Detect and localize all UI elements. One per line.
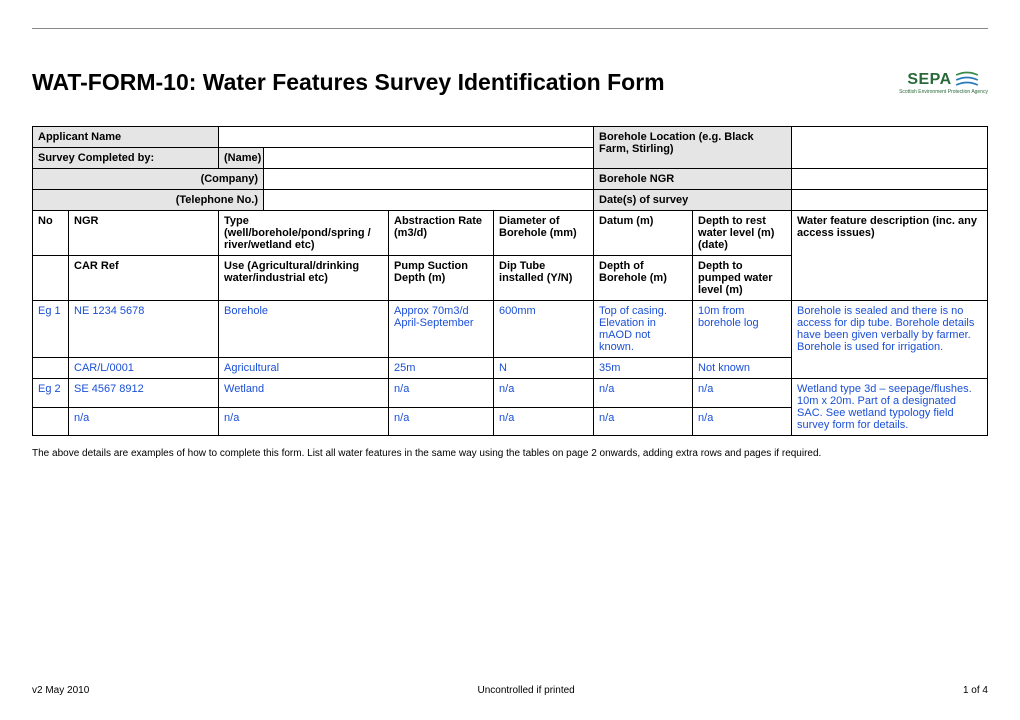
input-name[interactable] bbox=[264, 148, 594, 169]
label-survey-by: Survey Completed by: bbox=[33, 148, 219, 169]
eg1-dip: N bbox=[494, 358, 594, 379]
eg2-depth-pump: n/a bbox=[693, 407, 792, 436]
input-applicant[interactable] bbox=[219, 127, 594, 148]
eg1-depth-bh: 35m bbox=[594, 358, 693, 379]
top-rule bbox=[32, 28, 988, 29]
instruction-note: The above details are examples of how to… bbox=[32, 448, 988, 459]
input-telephone[interactable] bbox=[264, 190, 594, 211]
eg1-datum: Top of casing. Elevation in mAOD not kno… bbox=[594, 301, 693, 358]
label-telephone: (Telephone No.) bbox=[33, 190, 264, 211]
eg1-car-ref: CAR/L/0001 bbox=[69, 358, 219, 379]
label-name: (Name) bbox=[219, 148, 264, 169]
input-dates[interactable] bbox=[792, 190, 988, 211]
input-company[interactable] bbox=[264, 169, 594, 190]
eg1-ngr: NE 1234 5678 bbox=[69, 301, 219, 358]
eg1-description: Borehole is sealed and there is no acces… bbox=[792, 301, 988, 379]
eg2-dip: n/a bbox=[494, 407, 594, 436]
eg2-no-blank bbox=[33, 407, 69, 436]
label-bh-location: Borehole Location (e.g. Black Farm, Stir… bbox=[594, 127, 792, 169]
footer-version: v2 May 2010 bbox=[32, 685, 89, 696]
page-footer: v2 May 2010 Uncontrolled if printed 1 of… bbox=[32, 685, 988, 696]
col-depth-pump: Depth to pumped water level (m) bbox=[693, 256, 792, 301]
eg1-diameter: 600mm bbox=[494, 301, 594, 358]
input-bh-location[interactable] bbox=[792, 127, 988, 169]
logo-swirl-icon bbox=[954, 70, 980, 90]
col-datum: Datum (m) bbox=[594, 211, 693, 256]
eg2-no: Eg 2 bbox=[33, 379, 69, 408]
logo-subtitle: Scottish Environment Protection Agency bbox=[899, 90, 988, 95]
footer-page: 1 of 4 bbox=[963, 685, 988, 696]
col-diameter: Diameter of Borehole (mm) bbox=[494, 211, 594, 256]
eg2-description: Wetland type 3d – seepage/flushes. 10m x… bbox=[792, 379, 988, 436]
eg1-no-blank bbox=[33, 358, 69, 379]
col-depth-rest: Depth to rest water level (m) (date) bbox=[693, 211, 792, 256]
label-applicant: Applicant Name bbox=[33, 127, 219, 148]
eg2-ngr: SE 4567 8912 bbox=[69, 379, 219, 408]
col-no-blank bbox=[33, 256, 69, 301]
col-abstraction: Abstraction Rate (m3/d) bbox=[389, 211, 494, 256]
eg2-pump: n/a bbox=[389, 407, 494, 436]
eg2-type: Wetland bbox=[219, 379, 389, 408]
eg2-car-ref: n/a bbox=[69, 407, 219, 436]
col-use: Use (Agricultural/drinking water/industr… bbox=[219, 256, 389, 301]
eg1-use: Agricultural bbox=[219, 358, 389, 379]
col-no: No bbox=[33, 211, 69, 256]
col-pump: Pump Suction Depth (m) bbox=[389, 256, 494, 301]
table-row: Eg 2 SE 4567 8912 Wetland n/a n/a n/a n/… bbox=[33, 379, 988, 408]
logo-text: SEPA bbox=[907, 71, 951, 89]
eg1-depth-rest: 10m from borehole log bbox=[693, 301, 792, 358]
col-depth-bh: Depth of Borehole (m) bbox=[594, 256, 693, 301]
col-type: Type (well/borehole/pond/spring / river/… bbox=[219, 211, 389, 256]
sepa-logo: SEPA Scottish Environment Protection Age… bbox=[899, 70, 988, 95]
eg2-diameter: n/a bbox=[494, 379, 594, 408]
col-car-ref: CAR Ref bbox=[69, 256, 219, 301]
eg2-depth-bh: n/a bbox=[594, 407, 693, 436]
eg1-abstraction: Approx 70m3/d April-September bbox=[389, 301, 494, 358]
eg2-datum: n/a bbox=[594, 379, 693, 408]
label-company: (Company) bbox=[33, 169, 264, 190]
eg1-no: Eg 1 bbox=[33, 301, 69, 358]
label-dates: Date(s) of survey bbox=[594, 190, 792, 211]
eg1-pump: 25m bbox=[389, 358, 494, 379]
label-bh-ngr: Borehole NGR bbox=[594, 169, 792, 190]
table-row: Eg 1 NE 1234 5678 Borehole Approx 70m3/d… bbox=[33, 301, 988, 358]
input-bh-ngr[interactable] bbox=[792, 169, 988, 190]
eg2-abstraction: n/a bbox=[389, 379, 494, 408]
eg1-depth-pump: Not known bbox=[693, 358, 792, 379]
survey-form-table: Applicant Name Borehole Location (e.g. B… bbox=[32, 126, 988, 436]
eg2-use: n/a bbox=[219, 407, 389, 436]
eg2-depth-rest: n/a bbox=[693, 379, 792, 408]
col-description: Water feature description (inc. any acce… bbox=[792, 211, 988, 301]
eg1-type: Borehole bbox=[219, 301, 389, 358]
col-ngr: NGR bbox=[69, 211, 219, 256]
footer-status: Uncontrolled if printed bbox=[477, 685, 574, 696]
title-row: WAT-FORM-10: Water Features Survey Ident… bbox=[32, 69, 988, 96]
col-dip: Dip Tube installed (Y/N) bbox=[494, 256, 594, 301]
page-title: WAT-FORM-10: Water Features Survey Ident… bbox=[32, 69, 665, 96]
